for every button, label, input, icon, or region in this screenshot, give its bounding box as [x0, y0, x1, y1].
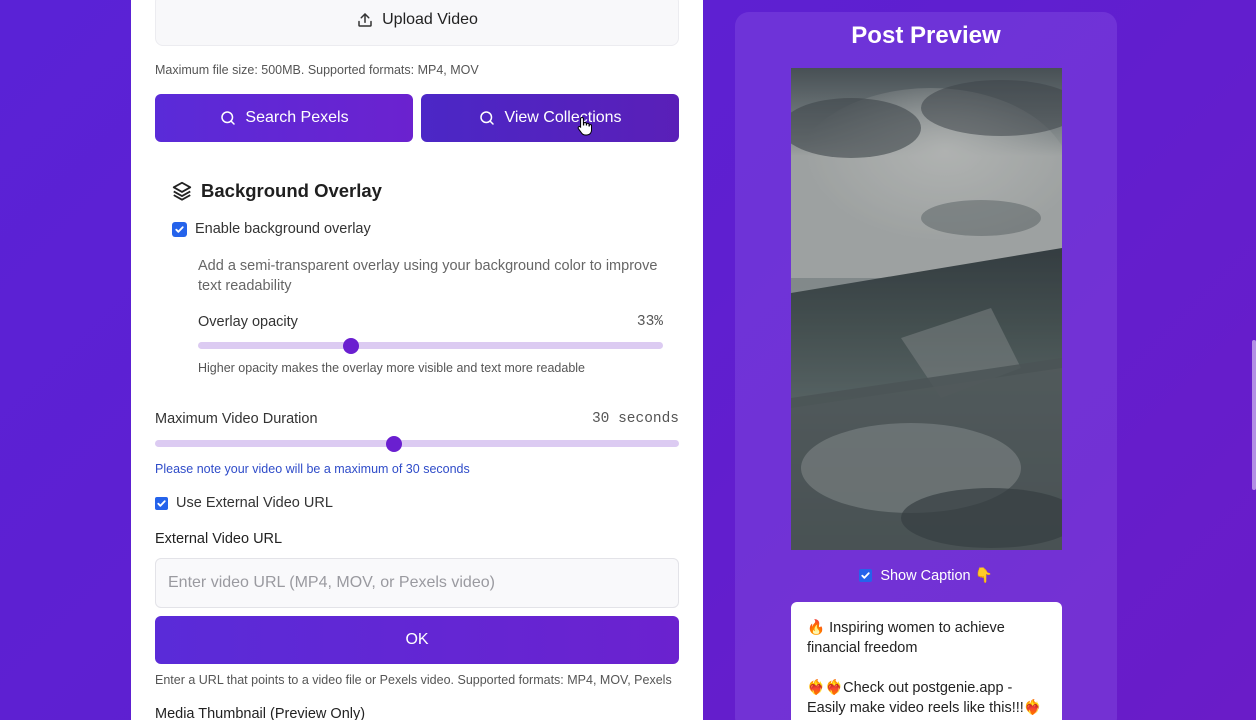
search-icon	[221, 111, 236, 125]
check-icon	[157, 499, 166, 507]
external-url-field-label: External Video URL	[155, 531, 283, 547]
overlay-opacity-value: 33%	[636, 314, 663, 330]
upload-video-button[interactable]: Upload Video	[155, 0, 679, 46]
video-preview[interactable]	[791, 68, 1062, 550]
caption-preview: 🔥 Inspiring women to achieve financial f…	[791, 602, 1062, 720]
overlay-opacity-slider[interactable]	[198, 337, 663, 354]
external-url-input[interactable]	[155, 558, 679, 608]
page-scrollbar[interactable]	[1252, 340, 1256, 490]
background-overlay-section: Background Overlay Enable background ove…	[155, 160, 679, 390]
view-collections-label: View Collections	[504, 109, 622, 126]
duration-note: Please note your video will be a maximum…	[155, 462, 470, 476]
view-collections-button[interactable]: View Collections	[421, 94, 679, 142]
caption-line-1: 🔥 Inspiring women to achieve financial f…	[807, 620, 1005, 656]
upload-video-label: Upload Video	[382, 11, 478, 28]
post-preview-panel: Post Preview Show Caption 👇 🔥 Inspiring …	[735, 12, 1117, 720]
ok-button[interactable]: OK	[155, 616, 679, 664]
show-caption-label: Show Caption 👇	[880, 568, 993, 584]
max-duration-slider[interactable]	[155, 435, 679, 452]
external-url-row[interactable]: Use External Video URL	[155, 495, 333, 511]
max-duration-label: Maximum Video Duration	[155, 411, 318, 427]
external-url-hint: Enter a URL that points to a video file …	[155, 673, 672, 687]
external-url-checkbox[interactable]	[155, 496, 168, 510]
settings-panel: Upload Video Maximum file size: 500MB. S…	[131, 0, 703, 720]
check-icon	[175, 225, 184, 233]
search-pexels-label: Search Pexels	[245, 109, 349, 126]
enable-overlay-row[interactable]: Enable background overlay	[172, 221, 371, 237]
layers-icon	[172, 181, 192, 201]
show-caption-checkbox[interactable]	[859, 569, 873, 582]
caption-line-2: ❤️‍🔥❤️‍🔥Check out postgenie.app - Easily…	[807, 680, 1042, 716]
external-url-checkbox-label: Use External Video URL	[176, 495, 333, 511]
upload-hint: Maximum file size: 500MB. Supported form…	[155, 63, 479, 77]
hand-cursor-icon	[577, 116, 592, 136]
upload-icon	[358, 13, 372, 27]
show-caption-toggle[interactable]: Show Caption 👇	[735, 567, 1117, 584]
max-duration-value: 30 seconds	[591, 411, 679, 427]
enable-overlay-checkbox[interactable]	[172, 221, 187, 237]
background-overlay-title: Background Overlay	[201, 180, 382, 201]
background-overlay-heading: Background Overlay	[171, 180, 382, 202]
overlay-opacity-thumb[interactable]	[343, 337, 360, 354]
check-icon	[861, 572, 870, 579]
search-pexels-button[interactable]: Search Pexels	[155, 94, 413, 142]
overlay-opacity-label: Overlay opacity	[198, 314, 298, 330]
overlay-description: Add a semi-transparent overlay using you…	[198, 258, 658, 294]
media-thumbnail-label: Media Thumbnail (Preview Only)	[155, 706, 366, 720]
max-duration-thumb[interactable]	[386, 435, 403, 452]
video-thumbnail-image	[791, 68, 1062, 550]
enable-overlay-label: Enable background overlay	[195, 221, 371, 237]
overlay-opacity-note: Higher opacity makes the overlay more vi…	[198, 361, 585, 375]
search-icon	[480, 111, 495, 125]
post-preview-title: Post Preview	[851, 22, 1001, 49]
